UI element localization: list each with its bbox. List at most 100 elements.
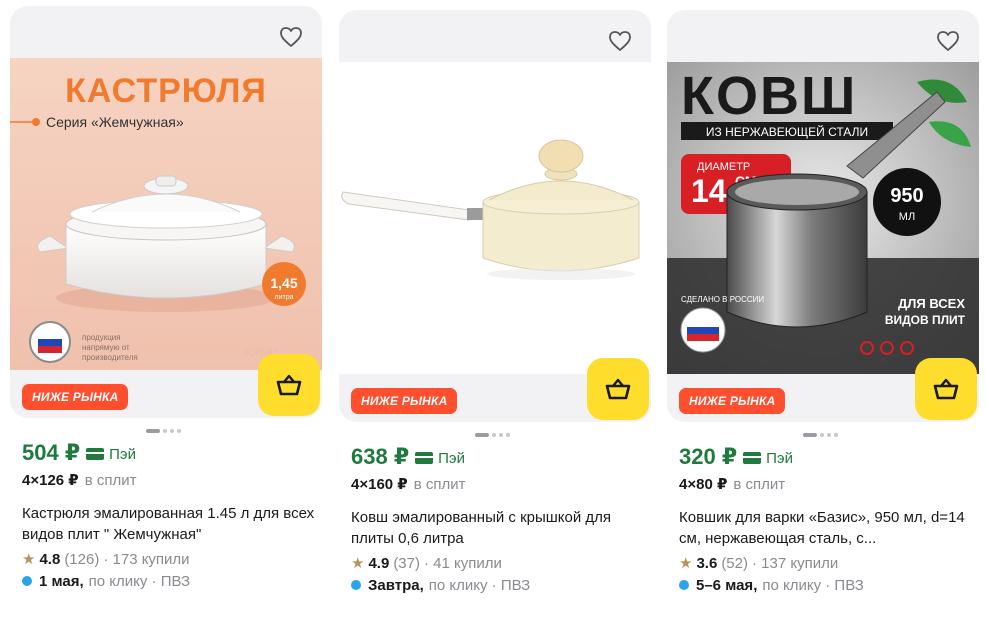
rating-value: 4.9 (368, 554, 390, 572)
image-pager[interactable] (146, 429, 181, 433)
favorite-button[interactable] (603, 24, 637, 58)
pager-dot[interactable] (170, 429, 174, 433)
basket-icon (933, 378, 959, 400)
image-subline: Серия «Жемчужная» (46, 114, 184, 130)
image-diameter-label: ДИАМЕТР (697, 161, 750, 173)
image-headline: КОВШ (681, 66, 857, 126)
product-media[interactable]: КАСТРЮЛЯ Серия «Жемчужная» 1,45 литра пр… (10, 6, 322, 418)
image-maker-note-2: напрямую от (82, 343, 130, 352)
pager-dot[interactable] (163, 429, 167, 433)
split-label: в сплит (733, 476, 786, 493)
price: 638 ₽ (351, 444, 410, 469)
delivery-row: Завтра, по клику · ПВЗ (351, 574, 651, 596)
delivery-dot-icon (679, 580, 689, 590)
basket-icon (605, 378, 631, 400)
rating-value: 4.8 (39, 550, 61, 568)
delivery-date: 1 мая, (39, 572, 84, 590)
pager-dot[interactable] (177, 429, 181, 433)
pager-dot[interactable] (827, 433, 831, 437)
product-info: 638 ₽ Пэй 4×160 ₽ в сплит Ковш эмалирова… (351, 444, 651, 596)
image-pager[interactable] (475, 433, 510, 437)
pager-dot[interactable] (834, 433, 838, 437)
split-payment: 4×80 ₽ в сплит (679, 475, 979, 497)
review-count[interactable]: (52) (721, 555, 748, 572)
image-volume-unit: МЛ (899, 211, 915, 223)
pager-dot[interactable] (492, 433, 496, 437)
split-payment: 4×160 ₽ в сплит (351, 475, 651, 497)
pay-logo: Пэй (415, 450, 465, 467)
favorite-button[interactable] (931, 24, 965, 58)
product-title[interactable]: Кастрюля эмалированная 1.45 л для всех в… (22, 503, 322, 545)
split-amount: 4×126 ₽ (22, 472, 79, 489)
below-market-badge: НИЖЕ РЫНКА (22, 384, 129, 410)
product-image[interactable]: КОВШ ИЗ НЕРЖАВЕЮЩЕЙ СТАЛИ ДИАМЕТР 14 СМ … (667, 62, 979, 374)
delivery-date: 5–6 мая, (696, 576, 758, 594)
pager-dot[interactable] (506, 433, 510, 437)
product-media[interactable]: КОВШ ИЗ НЕРЖАВЕЮЩЕЙ СТАЛИ ДИАМЕТР 14 СМ … (667, 10, 979, 422)
bought-count: · 41 купили (424, 554, 502, 572)
rating-row: ★ 4.8 (126) · 173 купили (22, 548, 322, 570)
image-volume-unit: литра (275, 294, 294, 301)
bought-count: · 173 купили (103, 550, 190, 568)
delivery-date: Завтра, (368, 576, 424, 594)
split-label: в сплит (413, 476, 466, 493)
image-stoves-2: ВИДОВ ПЛИТ (885, 313, 966, 327)
split-amount: 4×160 ₽ (351, 476, 408, 493)
image-pager[interactable] (803, 433, 838, 437)
price: 504 ₽ (22, 440, 81, 465)
product-image[interactable] (339, 62, 651, 374)
pager-dot[interactable] (475, 433, 489, 437)
image-made-in: СДЕЛАНО В РОССИИ (681, 295, 764, 304)
delivery-row: 5–6 мая, по клику · ПВЗ (679, 574, 979, 596)
product-card[interactable]: КОВШ ИЗ НЕРЖАВЕЮЩЕЙ СТАЛИ ДИАМЕТР 14 СМ … (667, 10, 983, 630)
review-count[interactable]: (37) (393, 555, 420, 572)
image-stoves-1: ДЛЯ ВСЕХ (898, 296, 965, 311)
rating-value: 3.6 (696, 554, 718, 572)
pay-logo: Пэй (86, 446, 136, 463)
delivery-row: 1 мая, по клику · ПВЗ (22, 570, 322, 592)
add-to-cart-button[interactable] (915, 358, 977, 420)
pay-logo: Пэй (743, 450, 793, 467)
favorite-button[interactable] (274, 20, 308, 54)
product-card[interactable]: НИЖЕ РЫНКА 638 ₽ Пэй 4×160 ₽ в сплит Ков… (339, 10, 655, 630)
delivery-method: по клику · ПВЗ (428, 576, 531, 594)
image-headline: КАСТРЮЛЯ (65, 72, 267, 110)
price: 320 ₽ (679, 444, 738, 469)
delivery-method: по клику · ПВЗ (762, 576, 864, 594)
product-media[interactable]: НИЖЕ РЫНКА (339, 10, 651, 422)
star-icon: ★ (22, 551, 36, 568)
pay-label: Пэй (438, 449, 465, 467)
product-card[interactable]: КАСТРЮЛЯ Серия «Жемчужная» 1,45 литра пр… (10, 6, 326, 630)
star-icon: ★ (351, 555, 365, 572)
product-title[interactable]: Ковш эмалированный с крышкой для плиты 0… (351, 507, 651, 549)
heart-icon (609, 31, 631, 51)
delivery-method: по клику · ПВЗ (88, 572, 191, 590)
rating-row: ★ 3.6 (52) · 137 купили (679, 552, 979, 574)
pager-dot[interactable] (820, 433, 824, 437)
star-icon: ★ (679, 555, 693, 572)
rating-row: ★ 4.9 (37) · 41 купили (351, 552, 651, 574)
card-icon (743, 452, 762, 464)
image-maker-note-1: продукция (82, 333, 121, 342)
product-info: 504 ₽ Пэй 4×126 ₽ в сплит Кастрюля эмали… (22, 440, 322, 592)
image-subline: ИЗ НЕРЖАВЕЮЩЕЙ СТАЛИ (706, 124, 868, 139)
pay-label: Пэй (766, 449, 793, 467)
product-title[interactable]: Ковшик для варки «Базис», 950 мл, d=14 с… (679, 507, 979, 549)
below-market-badge: НИЖЕ РЫНКА (351, 388, 458, 414)
review-count[interactable]: (126) (64, 551, 99, 568)
heart-icon (280, 27, 302, 47)
pager-dot[interactable] (499, 433, 503, 437)
card-icon (86, 448, 105, 460)
product-image[interactable]: КАСТРЮЛЯ Серия «Жемчужная» 1,45 литра пр… (10, 58, 322, 370)
heart-icon (937, 31, 959, 51)
add-to-cart-button[interactable] (587, 358, 649, 420)
pager-dot[interactable] (146, 429, 160, 433)
split-payment: 4×126 ₽ в сплит (22, 471, 322, 493)
below-market-badge: НИЖЕ РЫНКА (679, 388, 786, 414)
product-info: 320 ₽ Пэй 4×80 ₽ в сплит Ковшик для варк… (679, 444, 979, 596)
pager-dot[interactable] (803, 433, 817, 437)
image-maker-note-3: производителя (82, 353, 138, 362)
add-to-cart-button[interactable] (258, 354, 320, 416)
pay-label: Пэй (109, 445, 136, 463)
split-label: в сплит (84, 472, 137, 489)
